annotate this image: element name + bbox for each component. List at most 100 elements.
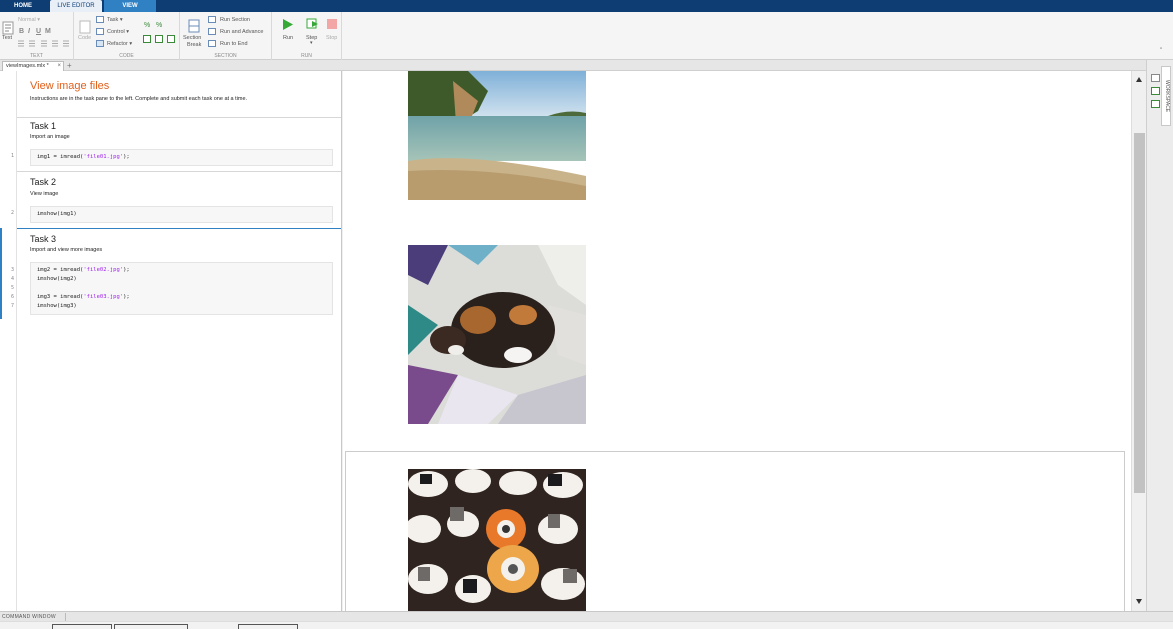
close-tab-icon[interactable]: × (57, 62, 61, 71)
task-1-subtitle[interactable]: Import an image (30, 134, 70, 140)
stop-icon[interactable] (327, 19, 337, 29)
comment-icon[interactable]: % (144, 22, 150, 29)
code-line: img3 = imread('file03.jpg'); (37, 293, 326, 302)
line-number: 5 (10, 285, 14, 291)
code-block-3[interactable]: img2 = imread('file02.jpg'); imshow(img2… (30, 262, 333, 315)
document-title[interactable]: View image files (30, 80, 109, 92)
active-section-indicator (0, 228, 2, 319)
hide-code-icon[interactable] (1151, 100, 1160, 108)
bottom-taskbar (0, 621, 1173, 629)
task-icon[interactable] (96, 16, 104, 23)
list-format-icons[interactable] (18, 40, 70, 47)
run-to-end-button[interactable]: Run to End (220, 41, 248, 47)
string-literal: 'file03.jpg' (83, 294, 124, 300)
task-2-subtitle[interactable]: View image (30, 191, 58, 197)
run-section-button[interactable]: Run Section (220, 17, 250, 23)
control-dropdown[interactable]: Control ▾ (107, 29, 129, 35)
monospace-icon[interactable]: M (45, 28, 51, 35)
run-button-label[interactable]: Run (283, 35, 293, 41)
run-and-advance-button[interactable]: Run and Advance (220, 29, 263, 35)
bold-icon[interactable]: B (19, 28, 24, 35)
stop-button-label[interactable]: Stop (326, 35, 337, 41)
taskbar-item[interactable] (52, 624, 112, 629)
indent-icons[interactable] (143, 35, 175, 43)
refactor-dropdown[interactable]: Refactor ▾ (107, 41, 132, 47)
taskbar-item[interactable] (238, 624, 298, 629)
run-icon[interactable] (282, 18, 294, 31)
tab-home[interactable]: HOME (0, 0, 46, 12)
line-number: 7 (10, 303, 14, 309)
underline-icon[interactable]: U (36, 28, 41, 35)
style-dropdown[interactable]: Normal ▾ (18, 17, 40, 23)
code-text: ); (123, 267, 130, 273)
code-text: img2 = imread( (37, 267, 84, 273)
add-tab-icon[interactable]: + (67, 60, 72, 71)
tab-live-editor[interactable]: LIVE EDITOR (50, 0, 102, 12)
run-section-icon[interactable] (208, 16, 216, 23)
output-inline-icon[interactable] (1151, 74, 1160, 82)
beach-image[interactable] (408, 71, 586, 200)
italic-icon[interactable]: I (28, 28, 30, 35)
line-number: 1 (10, 153, 14, 159)
section-group: Section Break Run Section Run and Advanc… (180, 12, 272, 60)
toolstrip: Text Normal ▾ B I U M TEXT Code Task ▾ C… (0, 12, 1173, 60)
text-group-label: TEXT (30, 53, 43, 59)
document-instructions[interactable]: Instructions are in the task pane to the… (30, 96, 247, 102)
text-button-label[interactable]: Text (2, 35, 12, 41)
output-scrollbar[interactable] (1131, 71, 1146, 611)
run-group: Run Step ▾ Stop RUN (272, 12, 342, 60)
section-break-label-2[interactable]: Break (187, 42, 201, 48)
output-right-icon[interactable] (1151, 87, 1160, 95)
section-divider (17, 171, 341, 172)
section-group-label: SECTION (214, 53, 237, 59)
ribbon-tabbar: HOME LIVE EDITOR VIEW (0, 0, 1173, 12)
text-group: Text Normal ▾ B I U M TEXT (0, 12, 74, 60)
task-dropdown[interactable]: Task ▾ (107, 17, 123, 23)
step-dropdown-icon[interactable]: ▾ (310, 40, 313, 46)
code-text: ); (123, 294, 130, 300)
task-dropdown-label: Task (107, 17, 119, 23)
document-tab[interactable]: viewImages.mlx * × (2, 61, 64, 71)
workspace-panel-tab[interactable]: WORKSPACE (1161, 66, 1171, 126)
code-block-1[interactable]: img1 = imread('file01.jpg'); (30, 149, 333, 166)
line-number: 2 (10, 210, 14, 216)
code-line: imshow(img3) (37, 303, 77, 309)
refactor-icon[interactable] (96, 40, 104, 47)
task-3-subtitle[interactable]: Import and view more images (30, 247, 102, 253)
task-3-title[interactable]: Task 3 (30, 234, 56, 244)
output-pane[interactable] (343, 71, 1131, 621)
section-divider (17, 117, 341, 118)
run-to-end-icon[interactable] (208, 40, 216, 47)
control-icon[interactable] (96, 28, 104, 35)
right-side-panel: WORKSPACE (1146, 60, 1173, 611)
code-button-label[interactable]: Code (78, 35, 91, 41)
string-literal: 'file02.jpg' (83, 267, 124, 273)
task-1-title[interactable]: Task 1 (30, 121, 56, 131)
line-number: 3 (10, 267, 14, 273)
code-text: img1 = imread( (37, 154, 84, 160)
string-literal: 'file01.jpg' (83, 154, 124, 160)
text-icon[interactable] (2, 21, 14, 35)
scroll-up-icon[interactable] (1136, 77, 1142, 82)
code-icon[interactable] (79, 20, 91, 34)
section-break-label-1[interactable]: Section (183, 35, 201, 41)
cupcakes-image[interactable] (408, 469, 586, 611)
taskbar-item[interactable] (114, 624, 188, 629)
code-line: imshow(img2) (37, 276, 77, 282)
section-break-icon[interactable] (188, 19, 200, 33)
step-icon[interactable] (306, 18, 319, 30)
task-2-title[interactable]: Task 2 (30, 177, 56, 187)
command-window-bar: COMMAND WINDOW (0, 611, 1173, 622)
collapse-toolstrip-icon[interactable]: ▫ (1160, 46, 1162, 52)
code-block-2[interactable]: imshow(img1) (30, 206, 333, 223)
tab-view[interactable]: VIEW (104, 0, 156, 12)
uncomment-icon[interactable]: % (156, 22, 162, 29)
code-line: img1 = imread('file01.jpg'); (37, 153, 326, 162)
code-line: imshow(img1) (37, 211, 77, 217)
scrollbar-thumb[interactable] (1134, 133, 1145, 493)
cat-image[interactable] (408, 245, 586, 424)
run-and-advance-icon[interactable] (208, 28, 216, 35)
scroll-down-icon[interactable] (1136, 599, 1142, 604)
refactor-dropdown-label: Refactor (107, 41, 128, 47)
live-editor-pane[interactable]: 1 2 3 4 5 6 7 View image files Instructi… (0, 71, 342, 611)
